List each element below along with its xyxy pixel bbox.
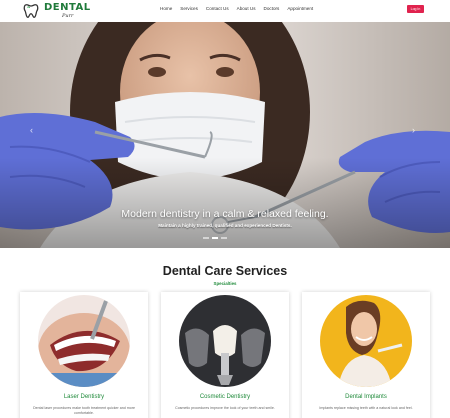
services-title: Dental Care Services bbox=[162, 264, 288, 278]
services-subtitle: Specialties bbox=[213, 281, 237, 286]
login-button[interactable]: Log In bbox=[407, 5, 424, 13]
navbar: DENTAL Purr Home Services Contact Us Abo… bbox=[0, 0, 450, 22]
hero-subtitle: Maintain a highly trained, qualified and… bbox=[158, 223, 292, 228]
card-description: Cosmetic procedures improve the look of … bbox=[175, 406, 275, 410]
dental-implants-image bbox=[320, 295, 412, 387]
nav-links: Home Services Contact Us About Us Doctor… bbox=[160, 6, 321, 11]
brand-name: DENTAL bbox=[44, 2, 91, 13]
nav-link-home[interactable]: Home bbox=[160, 6, 172, 11]
carousel-indicator-active[interactable] bbox=[212, 237, 218, 239]
hero-title: Modern dentistry in a calm & relaxed fee… bbox=[121, 208, 329, 220]
service-card-laser-dentistry[interactable]: Laser Dentistry Dental laser procedures … bbox=[20, 292, 148, 418]
card-title: Dental Implants bbox=[345, 394, 387, 400]
service-card-dental-implants[interactable]: Dental Implants Implants replace missing… bbox=[302, 292, 430, 418]
brand-logo[interactable]: DENTAL Purr bbox=[22, 1, 91, 21]
card-title: Cosmetic Dentistry bbox=[199, 394, 251, 400]
carousel-indicator[interactable] bbox=[203, 237, 209, 239]
cosmetic-dentistry-image bbox=[179, 295, 271, 387]
nav-link-contact-us[interactable]: Contact Us bbox=[206, 6, 229, 11]
nav-link-about-us[interactable]: About Us bbox=[237, 6, 256, 11]
carousel-indicator[interactable] bbox=[221, 237, 227, 239]
tooth-icon bbox=[23, 4, 39, 18]
card-description: Dental laser procedures make tooth treat… bbox=[33, 406, 135, 416]
card-description: Implants replace missing teeth with a na… bbox=[319, 406, 413, 410]
brand-tagline: Purr bbox=[62, 13, 74, 19]
nav-link-appointment[interactable]: Appointment bbox=[287, 6, 313, 11]
nav-link-services[interactable]: Services bbox=[180, 6, 198, 11]
laser-dentistry-image bbox=[38, 295, 130, 387]
carousel-next-arrow[interactable]: › bbox=[412, 125, 415, 135]
carousel-prev-arrow[interactable]: ‹ bbox=[30, 125, 33, 135]
hero-carousel: ‹ › Modern dentistry in a calm & relaxed… bbox=[0, 22, 450, 248]
nav-link-doctors[interactable]: Doctors bbox=[264, 6, 280, 11]
service-card-cosmetic-dentistry[interactable]: Cosmetic Dentistry Cosmetic procedures i… bbox=[161, 292, 289, 418]
carousel-indicators bbox=[203, 237, 227, 239]
card-title: Laser Dentistry bbox=[63, 394, 105, 400]
